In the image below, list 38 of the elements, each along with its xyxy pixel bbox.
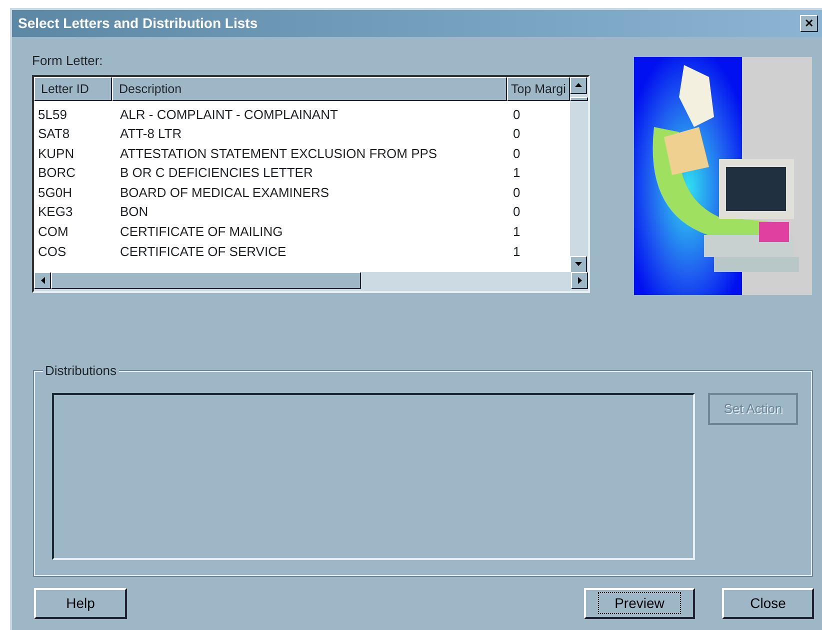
table-cell-text: BOARD OF MEDICAL EXAMINERS bbox=[119, 184, 330, 202]
table-cell-text: 1 bbox=[512, 242, 522, 261]
vertical-scrollbar[interactable] bbox=[570, 76, 588, 272]
dialog-button[interactable]: Close bbox=[722, 588, 814, 619]
letter-list[interactable] bbox=[32, 74, 590, 292]
table-cell-text: 0 bbox=[512, 106, 522, 124]
column-header[interactable]: Description bbox=[112, 76, 507, 100]
table-cell-text: SAT8 bbox=[37, 125, 71, 144]
table-cell-text: 0 bbox=[512, 184, 522, 202]
table-cell-text: KUPN bbox=[37, 144, 76, 163]
column-header[interactable]: Top Margi bbox=[507, 76, 570, 100]
dialog-button[interactable]: Preview bbox=[584, 588, 695, 619]
horizontal-scrollbar[interactable] bbox=[34, 272, 588, 290]
table-cell-text: 1 bbox=[512, 223, 522, 242]
table-cell-text: CERTIFICATE OF MAILING bbox=[119, 223, 284, 242]
table-cell-text: ATTESTATION STATEMENT EXCLUSION FROM PPS bbox=[119, 144, 438, 163]
window-title: Select Letters and Distribution Lists bbox=[18, 14, 258, 33]
table-cell-text: 0 bbox=[512, 125, 522, 144]
table-cell-text: 1 bbox=[512, 164, 522, 182]
dialog-button[interactable]: Help bbox=[34, 588, 127, 619]
table-cell-text: BON bbox=[119, 203, 150, 222]
table-cell-text: COS bbox=[37, 242, 68, 261]
table-cell-text: 0 bbox=[512, 203, 522, 222]
table-cell-text: 5G0H bbox=[37, 184, 73, 202]
table-cell-text: B OR C DEFICIENCIES LETTER bbox=[119, 164, 314, 182]
table-cell-text: ALR - COMPLAINT - COMPLAINANT bbox=[119, 106, 339, 124]
scroll-thumb[interactable] bbox=[51, 272, 361, 288]
table-cell-text: CERTIFICATE OF SERVICE bbox=[119, 242, 288, 261]
table-cell-text: COM bbox=[37, 223, 70, 242]
table-cell-text: 5L59 bbox=[37, 106, 68, 124]
table-cell-text: ATT-8 LTR bbox=[119, 125, 183, 144]
close-button[interactable]: ✕ bbox=[800, 15, 818, 32]
scroll-thumb[interactable] bbox=[570, 96, 588, 100]
table-cell-text: 0 bbox=[512, 144, 522, 163]
column-header[interactable]: Letter ID bbox=[34, 76, 112, 100]
table-cell-text: KEG3 bbox=[37, 203, 74, 222]
form-letter-label: Form Letter: bbox=[32, 52, 104, 70]
table-cell-text: BORC bbox=[37, 164, 77, 182]
